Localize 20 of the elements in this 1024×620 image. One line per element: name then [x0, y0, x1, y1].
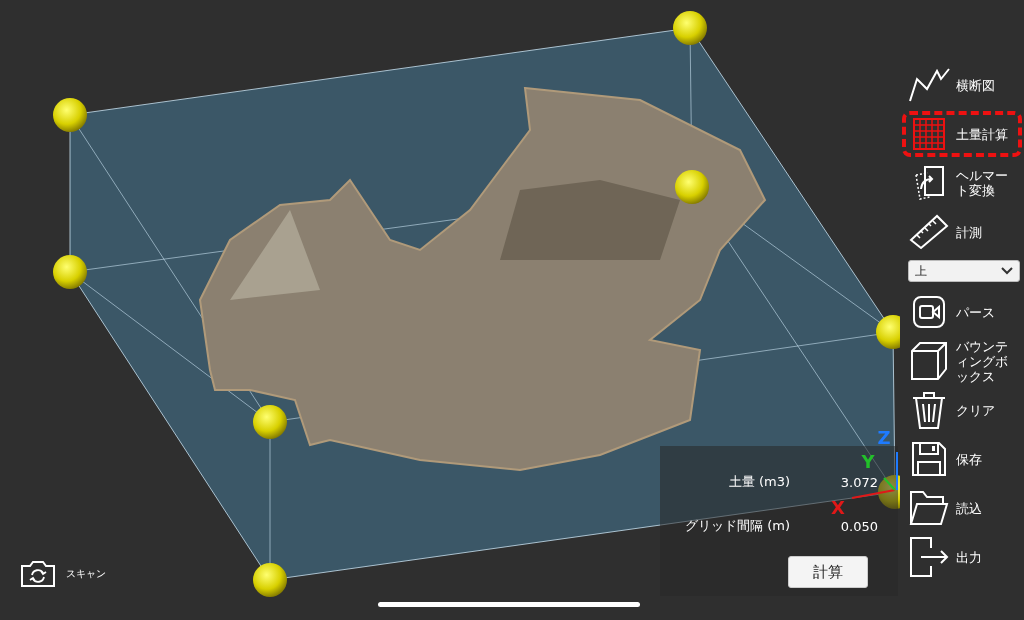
axis-label: X [831, 497, 845, 518]
tool-button[interactable]: クリア [902, 387, 1022, 433]
view-dropdown[interactable]: 上 [908, 260, 1020, 282]
tool-button[interactable]: 計測 [902, 209, 1022, 255]
tool-button[interactable]: ヘルマート変換 [902, 160, 1022, 206]
tool-button[interactable]: 保存 [902, 436, 1022, 482]
tool-button[interactable]: パース [902, 289, 1022, 335]
field-value: 0.050 [839, 518, 879, 534]
field-value: 3.072 [839, 474, 879, 490]
calculate-button[interactable]: 計算 [788, 556, 868, 588]
axis-label: Z [877, 427, 891, 448]
scan-button[interactable]: スキャン [20, 560, 106, 588]
field-label: 土量 (m3) [727, 473, 790, 491]
tool-button[interactable]: 出力 [902, 534, 1022, 580]
tool-button[interactable]: 土量計算 [902, 111, 1022, 157]
axis-label: Y [861, 451, 875, 472]
field-label: グリッド間隔 (m) [684, 517, 790, 535]
tool-button[interactable]: 横断図 [902, 62, 1022, 108]
tool-button[interactable]: 読込 [902, 485, 1022, 531]
tool-button[interactable]: バウンティングボックス [902, 338, 1022, 384]
